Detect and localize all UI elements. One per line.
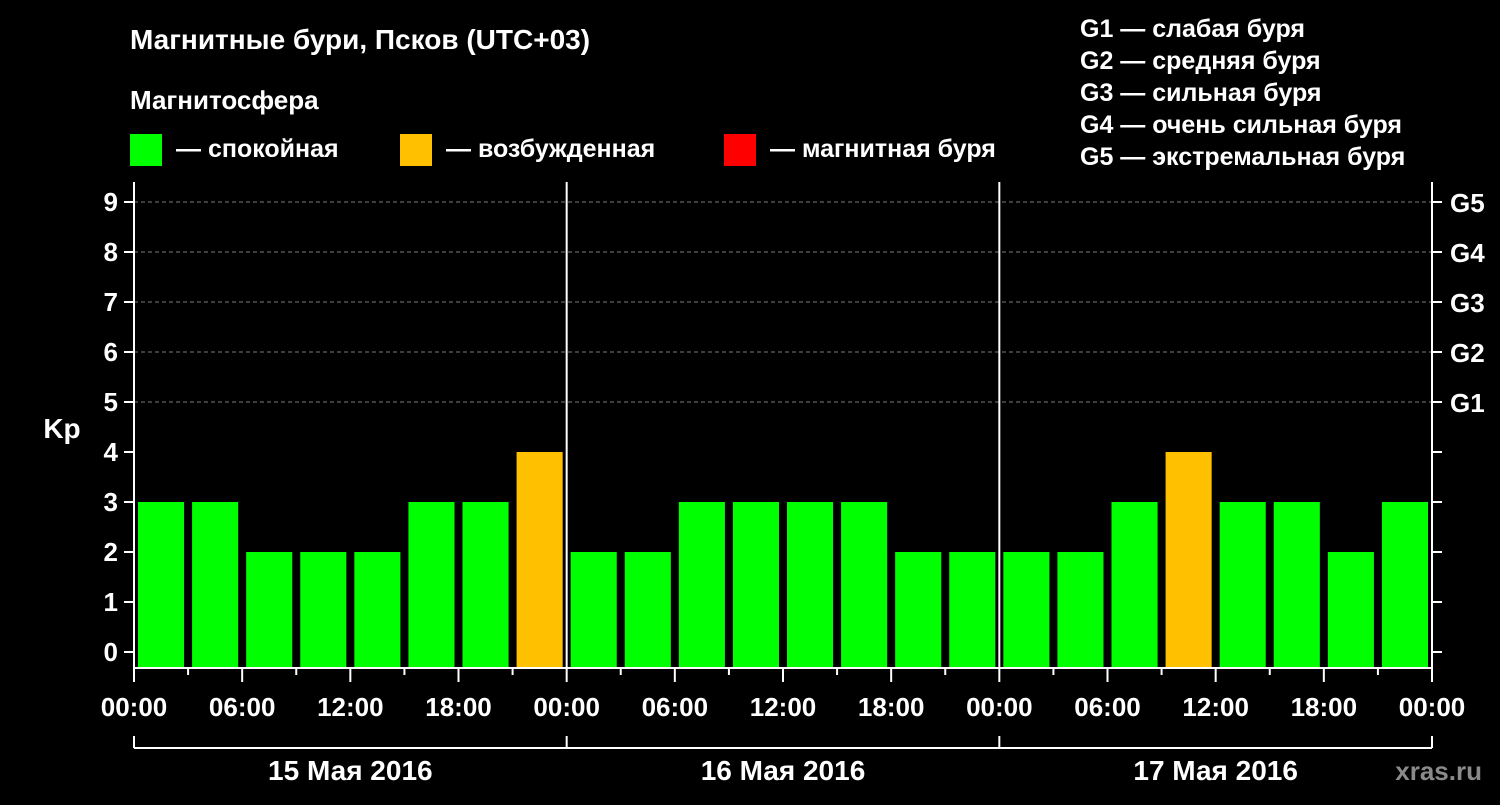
x-tick-label: 00:00 <box>966 692 1033 722</box>
kp-bar <box>192 502 239 668</box>
y-tick-label: 4 <box>104 437 119 467</box>
x-tick-label: 12:00 <box>1182 692 1249 722</box>
storm-level-g5: G5 — экстремальная буря <box>1080 143 1405 171</box>
x-tick-label: 18:00 <box>425 692 492 722</box>
g-tick-label: G3 <box>1450 288 1485 318</box>
x-tick-label: 00:00 <box>533 692 600 722</box>
g-tick-label: G4 <box>1450 238 1485 268</box>
kp-bar <box>841 502 888 668</box>
y-tick-label: 7 <box>104 287 118 317</box>
kp-bar <box>1219 502 1266 668</box>
kp-bar <box>1273 502 1320 668</box>
kp-bar <box>787 502 834 668</box>
g-ticks: G1 G2 G3 G4 G5 <box>1432 188 1485 653</box>
x-tick-label: 12:00 <box>317 692 384 722</box>
y-ticks: 0 1 2 3 4 5 6 7 8 9 <box>104 187 134 667</box>
kp-chart: Магнитные бури, Псков (UTC+03) Магнитосф… <box>43 15 1485 786</box>
chart-title: Магнитные бури, Псков (UTC+03) <box>130 24 590 55</box>
x-tick-label: 00:00 <box>101 692 168 722</box>
legend-swatch-quiet <box>130 134 162 166</box>
kp-bar <box>462 502 509 668</box>
storm-level-g1: G1 — слабая буря <box>1080 15 1305 43</box>
storm-level-g3: G3 — сильная буря <box>1080 79 1322 107</box>
y-tick-label: 3 <box>104 487 118 517</box>
bars <box>138 452 1428 668</box>
g-tick-label: G1 <box>1450 388 1485 418</box>
x-ticks: 00:00 06:00 12:00 18:00 00:00 06:00 12:00 18:00… <box>101 668 1466 722</box>
legend-label-storm: — магнитная буря <box>770 135 996 163</box>
magnetosphere-label: Магнитосфера <box>130 85 319 115</box>
storm-level-g4: G4 — очень сильная буря <box>1080 111 1402 139</box>
kp-bar <box>246 552 293 668</box>
x-tick-label: 06:00 <box>1074 692 1141 722</box>
kp-bar <box>624 552 671 668</box>
y-tick-label: 9 <box>104 187 118 217</box>
kp-bar <box>949 552 996 668</box>
g-tick-label: G5 <box>1450 188 1485 218</box>
x-tick-label: 18:00 <box>1291 692 1358 722</box>
y-tick-label: 0 <box>104 637 118 667</box>
y-tick-label: 2 <box>104 537 118 567</box>
kp-bar <box>408 502 455 668</box>
x-tick-label: 06:00 <box>642 692 709 722</box>
kp-bar <box>1003 552 1050 668</box>
gridlines <box>134 201 1432 403</box>
kp-bar <box>1057 552 1104 668</box>
x-tick-label: 12:00 <box>750 692 817 722</box>
site-watermark: xras.ru <box>1395 756 1482 786</box>
y-axis-label: Kp <box>43 413 80 444</box>
legend-swatch-active <box>400 134 432 166</box>
storm-levels-legend: G1 — слабая буря G2 — средняя буря G3 — … <box>1080 15 1405 171</box>
kp-bar <box>1111 502 1158 668</box>
y-tick-label: 1 <box>104 587 118 617</box>
kp-bar <box>300 552 347 668</box>
x-tick-label: 00:00 <box>1399 692 1466 722</box>
legend-swatch-storm <box>724 134 756 166</box>
day-label: 17 Мая 2016 <box>1133 755 1298 786</box>
legend-label-active: — возбужденная <box>446 135 655 163</box>
kp-bar <box>138 502 185 668</box>
kp-bar <box>1165 452 1212 668</box>
kp-bar <box>354 552 401 668</box>
day-label: 16 Мая 2016 <box>701 755 866 786</box>
legend-label-quiet: — спокойная <box>176 135 339 163</box>
kp-bar <box>516 452 563 668</box>
kp-bar <box>570 552 617 668</box>
y-tick-label: 8 <box>104 237 118 267</box>
day-labels: 15 Мая 2016 16 Мая 2016 17 Мая 2016 <box>133 736 1433 786</box>
status-legend: — спокойная — возбужденная — магнитная б… <box>130 134 996 166</box>
kp-bar <box>732 502 779 668</box>
g-tick-label: G2 <box>1450 338 1485 368</box>
y-tick-label: 5 <box>104 387 118 417</box>
x-tick-label: 06:00 <box>209 692 276 722</box>
kp-bar <box>1381 502 1428 668</box>
storm-level-g2: G2 — средняя буря <box>1080 47 1321 75</box>
kp-bar <box>1327 552 1374 668</box>
day-label: 15 Мая 2016 <box>268 755 433 786</box>
kp-bar <box>895 552 942 668</box>
x-tick-label: 18:00 <box>858 692 925 722</box>
y-tick-label: 6 <box>104 337 118 367</box>
kp-bar <box>678 502 725 668</box>
